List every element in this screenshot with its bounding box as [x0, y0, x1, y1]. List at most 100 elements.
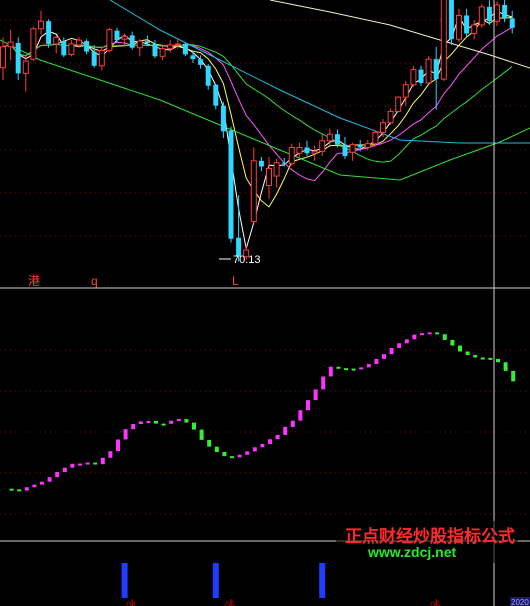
candle-body: [190, 55, 196, 60]
indicator-segment: [268, 439, 272, 445]
candle-body: [410, 69, 417, 86]
candle-body: [281, 162, 287, 164]
indicator-segment: [306, 400, 310, 411]
candle-body: [326, 133, 333, 142]
stock-chart: 70.13 港 q L 04 05 06 2020 正点财经炒股指标公式 www.z…: [0, 0, 530, 606]
candle-body: [198, 59, 204, 65]
marker-l: L: [232, 274, 239, 288]
candle-body: [76, 39, 82, 46]
candle-body: [478, 6, 485, 26]
indicator-segment: [55, 472, 60, 478]
indicator-segment: [17, 489, 22, 492]
watermark-url: www.zdcj.net: [367, 544, 456, 560]
indicator-segment: [230, 456, 234, 459]
candle-body: [136, 40, 143, 49]
candle-body: [372, 131, 379, 145]
candle-body: [129, 35, 135, 48]
x-tick-label: 04: [126, 600, 136, 606]
candle-body: [380, 122, 386, 133]
indicator-segment: [397, 343, 402, 349]
candle-body: [357, 144, 363, 148]
indicator-segment: [214, 446, 219, 453]
indicator-segment: [427, 332, 432, 335]
indicator-series: [9, 332, 516, 492]
candle-body: [433, 59, 439, 80]
indicator-segment: [169, 420, 174, 424]
indicator-segment: [382, 354, 386, 359]
signal-bar: [212, 563, 219, 598]
indicator-segment: [351, 368, 356, 371]
x-axis: 04 05 06: [126, 599, 440, 606]
candle-body: [387, 110, 394, 124]
candle-body: [494, 4, 500, 22]
candle-body: [7, 41, 14, 48]
indicator-segment: [207, 439, 212, 447]
candle-body: [319, 140, 326, 152]
candle-body: [30, 28, 37, 60]
indicator-segment: [328, 366, 333, 377]
candle-body: [205, 65, 211, 86]
indicator-segment: [146, 420, 151, 423]
indicator-segment: [420, 333, 424, 336]
indicator-segment: [161, 423, 166, 426]
min-price-label: 70.13: [233, 254, 261, 266]
indicator-segment: [511, 370, 516, 382]
candle-body: [53, 36, 60, 45]
candle-body: [38, 20, 44, 30]
candle-body: [273, 162, 280, 177]
candle-body: [213, 84, 219, 106]
indicator-segment: [389, 348, 394, 355]
candle-body: [448, 0, 454, 40]
indicator-segment: [458, 345, 462, 352]
candle-body: [91, 51, 97, 66]
indicator-segment: [222, 452, 227, 457]
candle-body: [311, 150, 318, 154]
indicator-segment: [412, 334, 417, 340]
indicator-segment: [237, 454, 242, 458]
candle-body: [364, 143, 371, 148]
candle-body: [509, 18, 515, 28]
candle-body: [106, 29, 113, 52]
x-tick-label: 05: [225, 600, 235, 606]
candle-body: [68, 43, 75, 55]
candle-body: [98, 50, 105, 67]
candle-body: [471, 24, 478, 35]
candle-body: [418, 69, 424, 83]
candle-body: [121, 35, 128, 40]
indicator-segment: [62, 467, 67, 473]
indicator-segment: [503, 362, 508, 371]
min-price-annotation: 70.13: [219, 254, 261, 266]
candle-body: [152, 43, 158, 57]
indicator-segment: [100, 457, 105, 465]
signal-bars: [121, 563, 326, 598]
candle-body: [61, 41, 67, 56]
indicator-segment: [131, 424, 136, 430]
indicator-segment: [252, 447, 257, 452]
indicator-segment: [40, 481, 44, 485]
indicator-segment: [366, 364, 371, 368]
indicator-segment: [488, 357, 493, 360]
indicator-segment: [199, 429, 204, 440]
candle-body: [258, 160, 264, 167]
indicator-segment: [374, 358, 379, 365]
x-tick-label: 06: [430, 600, 440, 606]
marker-q: q: [91, 274, 98, 288]
date-readout: 2020: [511, 598, 529, 606]
indicator-segment: [116, 439, 120, 452]
watermark: 正点财经炒股指标公式 www.zdcj.net: [336, 521, 518, 563]
indicator-segment: [24, 487, 29, 491]
indicator-segment: [298, 410, 303, 421]
candle-body: [46, 21, 52, 44]
candle-body: [114, 30, 120, 41]
candle-body: [486, 6, 492, 22]
candle-body: [296, 147, 303, 154]
indicator-segment: [450, 339, 455, 346]
candle-body: [15, 43, 21, 74]
indicator-segment: [313, 389, 318, 401]
candle-body: [456, 14, 462, 40]
indicator-segment: [176, 419, 181, 422]
indicator-segment: [480, 357, 485, 360]
indicator-segment: [184, 419, 189, 423]
indicator-segment: [283, 426, 288, 435]
candle-body: [228, 130, 234, 239]
